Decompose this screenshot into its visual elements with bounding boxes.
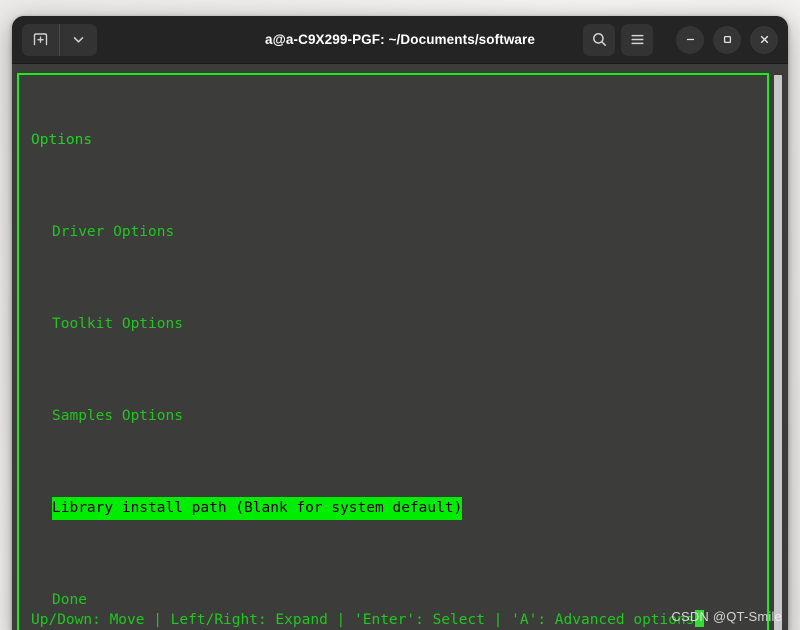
minimize-icon	[684, 33, 697, 46]
new-tab-button[interactable]	[22, 24, 59, 56]
hamburger-menu-icon	[629, 31, 646, 48]
window-titlebar: a@a-C9X299-PGF: ~/Documents/software	[12, 16, 788, 64]
menu-item-samples-options[interactable]: Samples Options	[31, 405, 758, 428]
menu-item-library-install-path-row: Library install path (Blank for system d…	[31, 497, 758, 520]
menu-root-label: Options	[31, 132, 93, 148]
terminal-window: a@a-C9X299-PGF: ~/Documents/software Opt…	[12, 16, 788, 630]
window-controls-group	[583, 23, 778, 56]
minimize-button[interactable]	[676, 25, 704, 54]
maximize-button[interactable]	[713, 25, 741, 54]
search-icon	[591, 31, 608, 48]
close-icon	[758, 33, 771, 46]
terminal-scrollbar-thumb[interactable]	[774, 75, 782, 630]
menu-button[interactable]	[621, 23, 653, 56]
tui-status-line: Up/Down: Move | Left/Right: Expand | 'En…	[31, 610, 705, 630]
tab-list-dropdown-button[interactable]	[59, 23, 97, 56]
chevron-down-icon	[71, 32, 86, 47]
search-button[interactable]	[583, 23, 615, 56]
maximize-icon	[721, 33, 734, 46]
menu-item-done[interactable]: Done	[31, 589, 758, 612]
status-line-text: Up/Down: Move | Left/Right: Expand | 'En…	[31, 612, 695, 628]
close-button[interactable]	[750, 25, 778, 54]
tui-menu: Options Driver Options Toolkit Options S…	[31, 83, 758, 630]
menu-item-driver-options[interactable]: Driver Options	[31, 221, 758, 244]
menu-item-library-install-path[interactable]: Library install path (Blank for system d…	[52, 497, 463, 520]
menu-item-toolkit-options[interactable]: Toolkit Options	[31, 313, 758, 336]
terminal-cursor	[695, 610, 705, 627]
new-tab-icon	[32, 31, 49, 48]
terminal-body[interactable]: Options Driver Options Toolkit Options S…	[12, 64, 788, 630]
page-root: a@a-C9X299-PGF: ~/Documents/software Opt…	[0, 0, 800, 630]
tab-controls-group	[22, 23, 97, 56]
